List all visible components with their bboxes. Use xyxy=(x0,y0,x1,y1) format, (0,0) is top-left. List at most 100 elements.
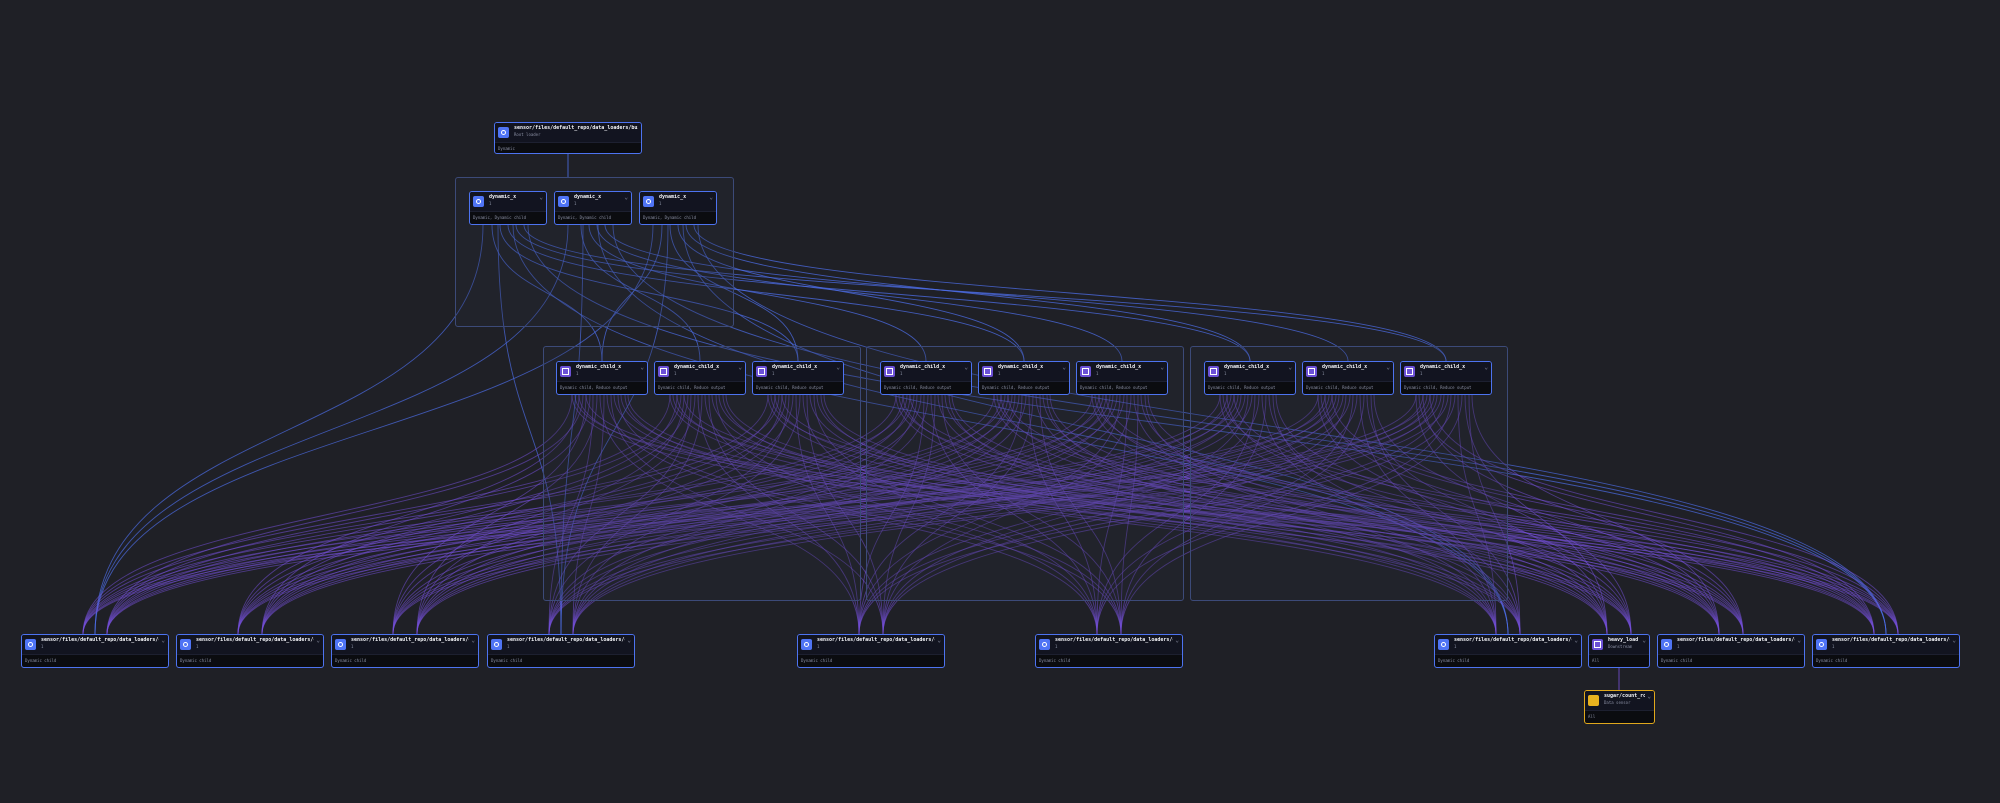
node-root[interactable]: sensor/files/default_repo/data_loaders/b… xyxy=(494,122,642,154)
chevron-down-icon[interactable]: ⌄ xyxy=(1484,364,1488,372)
edge-line xyxy=(106,394,584,635)
node-child-9[interactable]: dynamic_child_x 1 ⌄ Dynamic child, Reduce … xyxy=(1400,361,1492,395)
node-out-5-name: sensor/files/default_repo/data_loaders/c… xyxy=(817,637,935,643)
chevron-down-icon[interactable]: ⌄ xyxy=(161,637,165,645)
node-child-5-count: 1 xyxy=(998,370,1001,376)
edge-line xyxy=(1471,394,1720,635)
circle-op-icon xyxy=(498,127,509,138)
node-dyn-3-count: 1 xyxy=(659,200,662,206)
chevron-down-icon[interactable]: ⌄ xyxy=(709,194,713,202)
chevron-down-icon[interactable]: ⌄ xyxy=(539,194,543,202)
node-out-9-count: 1 xyxy=(1832,643,1835,649)
node-dyn-3[interactable]: dynamic_x 1 ⌄ Dynamic, Dynamic child xyxy=(639,191,717,225)
node-child-6[interactable]: dynamic_child_x 1 ⌄ Dynamic child, Reduce … xyxy=(1076,361,1168,395)
node-out-2[interactable]: sensor/files/default_repo/data_loaders/c… xyxy=(176,634,324,668)
node-child-1-desc: Dynamic child, Reduce output xyxy=(557,381,647,393)
dag-canvas[interactable]: sensor/files/default_repo/data_loaders/b… xyxy=(0,0,2000,803)
node-out-8-desc: Dynamic child xyxy=(1658,654,1804,666)
node-out-9[interactable]: sensor/files/default_repo/data_loaders/c… xyxy=(1812,634,1960,668)
chevron-down-icon[interactable]: ⌄ xyxy=(964,364,968,372)
node-out-6[interactable]: sensor/files/default_repo/data_loaders/c… xyxy=(1035,634,1183,668)
node-out-3-name: sensor/files/default_repo/data_loaders/c… xyxy=(351,637,469,643)
chevron-down-icon[interactable]: ⌄ xyxy=(1642,637,1646,645)
chevron-down-icon[interactable]: ⌄ xyxy=(1160,364,1164,372)
square-graph-icon xyxy=(560,366,571,377)
circle-op-icon xyxy=(1438,639,1449,650)
node-child-5[interactable]: dynamic_child_x 1 ⌄ Dynamic child, Reduce … xyxy=(978,361,1070,395)
node-child-2[interactable]: dynamic_child_x 1 ⌄ Dynamic child, Reduce … xyxy=(654,361,746,395)
node-out-7-name: sensor/files/default_repo/data_loaders/c… xyxy=(1454,637,1572,643)
node-child-7[interactable]: dynamic_child_x 1 ⌄ Dynamic child, Reduce … xyxy=(1204,361,1296,395)
node-out-4-name: sensor/files/default_repo/data_loaders/c… xyxy=(507,637,625,643)
node-child-2-count: 1 xyxy=(674,370,677,376)
node-out-5[interactable]: sensor/files/default_repo/data_loaders/c… xyxy=(797,634,945,668)
node-out-6-desc: Dynamic child xyxy=(1036,654,1182,666)
chevron-down-icon[interactable]: ⌄ xyxy=(624,194,628,202)
chevron-down-icon[interactable]: ⌄ xyxy=(1386,364,1390,372)
square-graph-icon xyxy=(1080,366,1091,377)
edge-line xyxy=(685,224,1251,362)
node-out-1[interactable]: sensor/files/default_repo/data_loaders/c… xyxy=(21,634,169,668)
edge-line xyxy=(237,394,580,635)
chevron-down-icon[interactable]: ⌄ xyxy=(471,637,475,645)
node-heavy-name: heavy_load xyxy=(1608,637,1639,643)
node-out-8-name: sensor/files/default_repo/data_loaders/c… xyxy=(1677,637,1795,643)
chevron-down-icon[interactable]: ⌄ xyxy=(1574,637,1578,645)
edge-line xyxy=(94,224,484,635)
node-child-2-desc: Dynamic child, Reduce output xyxy=(655,381,745,393)
node-child-8-desc: Dynamic child, Reduce output xyxy=(1303,381,1393,393)
node-child-1[interactable]: dynamic_child_x 1 ⌄ Dynamic child, Reduce … xyxy=(556,361,648,395)
node-child-6-desc: Dynamic child, Reduce output xyxy=(1077,381,1167,393)
node-out-1-count: 1 xyxy=(41,643,44,649)
square-graph-icon xyxy=(982,366,993,377)
edge-line xyxy=(693,224,1447,362)
node-child-8-count: 1 xyxy=(1322,370,1325,376)
node-heavy-sub: Downstream xyxy=(1608,643,1633,649)
chevron-down-icon[interactable]: ⌄ xyxy=(937,637,941,645)
node-out-2-desc: Dynamic child xyxy=(177,654,323,666)
node-dyn-1[interactable]: dynamic_x 1 ⌄ Dynamic, Dynamic child xyxy=(469,191,547,225)
node-root-sub: Root loader xyxy=(514,131,541,137)
chevron-down-icon[interactable]: ⌄ xyxy=(1288,364,1292,372)
node-child-3[interactable]: dynamic_child_x 1 ⌄ Dynamic child, Reduce … xyxy=(752,361,844,395)
node-dyn-2-count: 1 xyxy=(574,200,577,206)
node-child-8[interactable]: dynamic_child_x 1 ⌄ Dynamic child, Reduce … xyxy=(1302,361,1394,395)
node-child-7-desc: Dynamic child, Reduce output xyxy=(1205,381,1295,393)
chevron-down-icon[interactable]: ⌄ xyxy=(627,637,631,645)
square-graph-icon xyxy=(1404,366,1415,377)
chevron-down-icon[interactable]: ⌄ xyxy=(836,364,840,372)
node-heavy[interactable]: heavy_load Downstream ⌄ All xyxy=(1588,634,1650,668)
node-out-2-name: sensor/files/default_repo/data_loaders/c… xyxy=(196,637,314,643)
chevron-down-icon[interactable]: ⌄ xyxy=(316,637,320,645)
node-child-4-desc: Dynamic child, Reduce output xyxy=(881,381,971,393)
node-dyn-2-desc: Dynamic, Dynamic child xyxy=(555,211,631,223)
node-out-6-name: sensor/files/default_repo/data_loaders/c… xyxy=(1055,637,1173,643)
chevron-down-icon[interactable]: ⌄ xyxy=(1647,693,1651,701)
circle-op-icon xyxy=(801,639,812,650)
square-graph-icon xyxy=(1306,366,1317,377)
circle-op-icon xyxy=(25,639,36,650)
chevron-down-icon[interactable]: ⌄ xyxy=(640,364,644,372)
chevron-down-icon[interactable]: ⌄ xyxy=(1062,364,1066,372)
node-out-3-desc: Dynamic child xyxy=(332,654,478,666)
node-root-name: sensor/files/default_repo/data_loaders/b… xyxy=(514,125,638,131)
node-out-8[interactable]: sensor/files/default_repo/data_loaders/c… xyxy=(1657,634,1805,668)
node-out-3[interactable]: sensor/files/default_repo/data_loaders/c… xyxy=(331,634,479,668)
node-out-4[interactable]: sensor/files/default_repo/data_loaders/c… xyxy=(487,634,635,668)
node-child-4[interactable]: dynamic_child_x 1 ⌄ Dynamic child, Reduce … xyxy=(880,361,972,395)
node-dyn-2[interactable]: dynamic_x 1 ⌄ Dynamic, Dynamic child xyxy=(554,191,632,225)
chevron-down-icon[interactable]: ⌄ xyxy=(1175,637,1179,645)
circle-op-icon xyxy=(558,196,569,207)
node-child-7-count: 1 xyxy=(1224,370,1227,376)
node-out-8-count: 1 xyxy=(1677,643,1680,649)
node-sensor[interactable]: sugar/count_rowsData sensor ⌄ All xyxy=(1584,690,1655,724)
node-out-1-name: sensor/files/default_repo/data_loaders/c… xyxy=(41,637,159,643)
node-dyn-3-desc: Dynamic, Dynamic child xyxy=(640,211,716,223)
chevron-down-icon[interactable]: ⌄ xyxy=(1797,637,1801,645)
node-out-7[interactable]: sensor/files/default_repo/data_loaders/c… xyxy=(1434,634,1582,668)
chevron-down-icon[interactable]: ⌄ xyxy=(738,364,742,372)
node-child-9-desc: Dynamic child, Reduce output xyxy=(1401,381,1491,393)
circle-op-icon xyxy=(643,196,654,207)
chevron-down-icon[interactable]: ⌄ xyxy=(1952,637,1956,645)
node-out-6-count: 1 xyxy=(1055,643,1058,649)
